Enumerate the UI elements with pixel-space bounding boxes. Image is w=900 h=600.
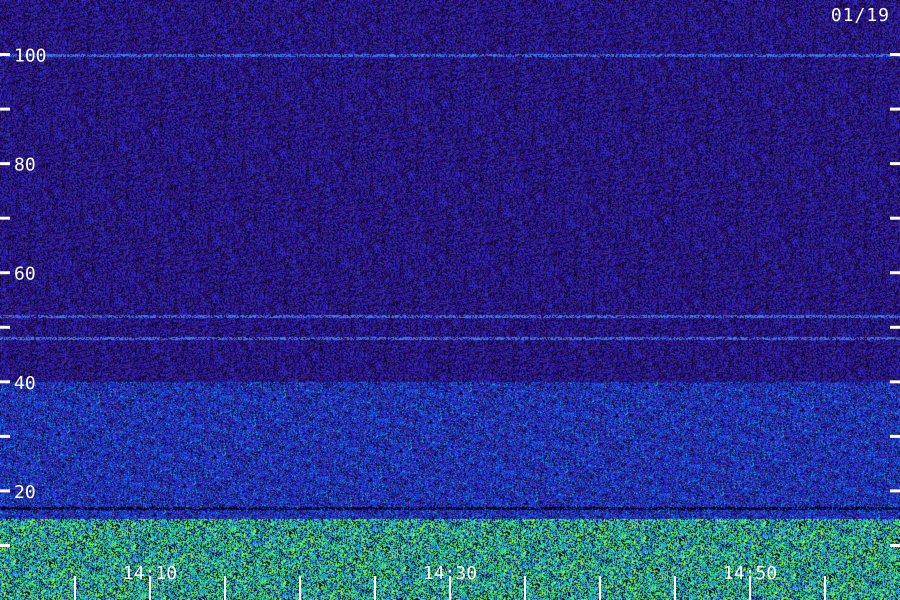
y-tick-label-60: 60	[14, 264, 36, 285]
date-label: 01/19	[830, 5, 890, 26]
y-tick-label-80: 80	[14, 155, 36, 176]
x-tick-label-30: 14:30	[423, 563, 477, 584]
y-tick-label-20: 20	[14, 482, 36, 503]
y-tick-label-100: 100	[14, 46, 47, 67]
x-tick-label-50: 14:50	[723, 563, 777, 584]
y-axis-labels: 20 40 60 80 100	[14, 46, 47, 503]
x-tick-label-10: 14:10	[123, 563, 177, 584]
x-axis-labels: 14:10 14:30 14:50	[123, 563, 777, 584]
axis-overlay: 20 40 60 80 100 14:10 14:30 14:50	[0, 46, 900, 600]
y-tick-label-40: 40	[14, 373, 36, 394]
spectrogram-panel: 20 40 60 80 100 14:10 14:30 14:50 01/19	[0, 0, 900, 600]
y-axis-ticks	[0, 53, 900, 547]
